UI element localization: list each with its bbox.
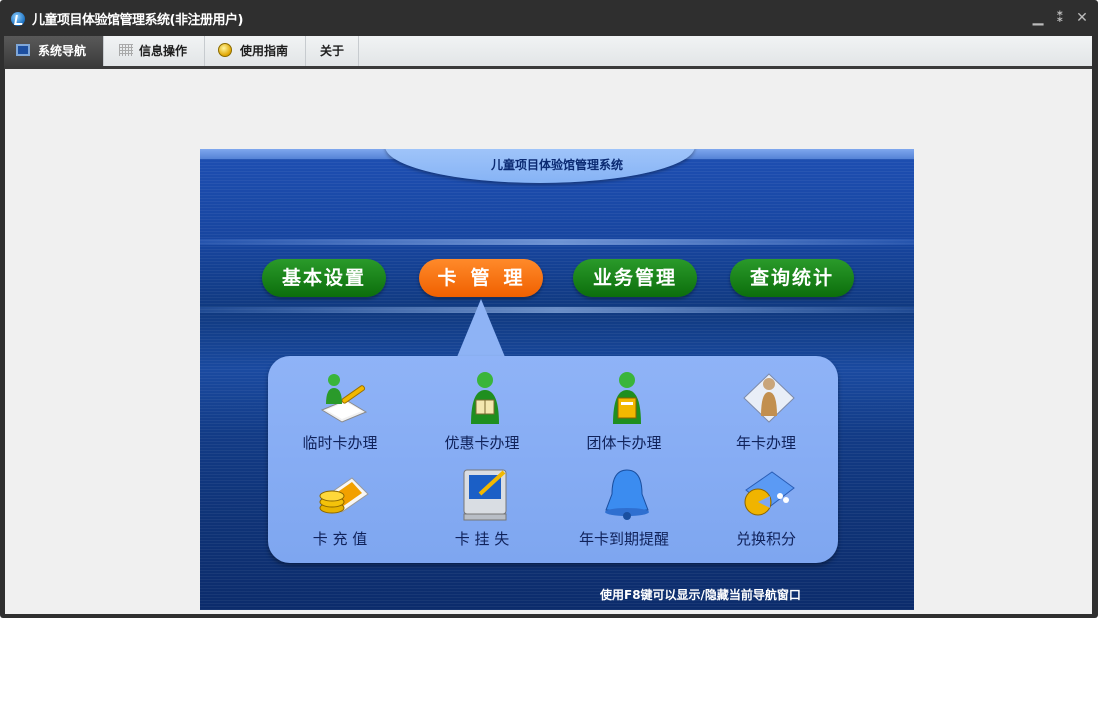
tab-user-guide[interactable]: 使用指南 — [206, 36, 306, 66]
tab-label: 关于 — [320, 44, 345, 58]
computer-icon — [463, 469, 507, 521]
panel-stripe — [200, 307, 914, 313]
main-tab-business-management[interactable]: 业务管理 — [573, 259, 697, 297]
tab-info-operations[interactable]: 信息操作 — [105, 36, 205, 66]
tab-label: 使用指南 — [240, 44, 289, 58]
item-card-recharge[interactable]: 卡 充 值 — [280, 466, 400, 558]
item-label: 卡 充 值 — [312, 530, 368, 548]
callout-pointer — [457, 299, 505, 357]
menu-bar: 系统导航 信息操作 使用指南 关于 — [4, 36, 1092, 66]
item-card-loss[interactable]: 卡 挂 失 — [422, 466, 542, 558]
main-tab-query-statistics[interactable]: 查询统计 — [730, 259, 854, 297]
user-document-icon — [743, 373, 795, 423]
main-tab-basic-settings[interactable]: 基本设置 — [262, 259, 386, 297]
panel-title: 儿童项目体验馆管理系统 — [490, 158, 623, 172]
navigation-panel: 儿童项目体验馆管理系统 基本设置 卡管理 业务管理 查询统计 临时卡办理 优惠卡… — [200, 149, 914, 610]
item-label: 临时卡办理 — [302, 434, 378, 452]
monitor-icon — [16, 44, 30, 56]
item-group-card[interactable]: 团体卡办理 — [564, 370, 684, 462]
close-icon[interactable]: ✕ — [1072, 7, 1092, 29]
user-edit-icon — [320, 374, 368, 423]
grid-icon — [119, 44, 133, 56]
tab-system-navigation[interactable]: 系统导航 — [4, 36, 104, 66]
guide-icon — [218, 43, 232, 57]
item-discount-card[interactable]: 优惠卡办理 — [422, 370, 542, 462]
item-temporary-card[interactable]: 临时卡办理 — [280, 370, 400, 462]
item-label: 年卡办理 — [735, 434, 796, 452]
user-book-icon — [471, 372, 499, 424]
window-title: 儿童项目体验馆管理系统(非注册用户) — [32, 13, 243, 28]
item-label: 团体卡办理 — [586, 434, 662, 452]
submenu-card: 临时卡办理 优惠卡办理 团体卡办理 年卡办理 卡 充 值 卡 挂 失 年卡到期提… — [268, 356, 838, 563]
app-logo-icon — [11, 12, 25, 26]
tab-about[interactable]: 关于 — [307, 36, 359, 66]
restore-icon[interactable]: ⁑ — [1050, 7, 1070, 29]
item-annual-expiry-reminder[interactable]: 年卡到期提醒 — [564, 466, 684, 558]
palette-icon — [744, 471, 795, 516]
coins-card-icon — [319, 477, 369, 514]
main-tab-card-management[interactable]: 卡管理 — [419, 259, 543, 297]
minimize-icon[interactable]: ▁ — [1028, 7, 1048, 29]
user-card-icon — [613, 372, 641, 424]
item-label: 兑换积分 — [735, 530, 796, 548]
f8-hint: 使用F8键可以显示/隐藏当前导航窗口 — [600, 588, 801, 602]
item-label: 优惠卡办理 — [444, 434, 520, 452]
item-label: 年卡到期提醒 — [578, 530, 669, 548]
item-redeem-points[interactable]: 兑换积分 — [706, 466, 826, 558]
bell-icon — [605, 469, 649, 520]
tab-label: 系统导航 — [38, 44, 87, 58]
title-bar: 儿童项目体验馆管理系统(非注册用户) ▁ ⁑ ✕ — [0, 0, 1098, 36]
tab-label: 信息操作 — [139, 44, 188, 58]
item-label: 卡 挂 失 — [454, 530, 510, 548]
item-annual-card[interactable]: 年卡办理 — [706, 370, 826, 462]
panel-stripe — [200, 239, 914, 245]
